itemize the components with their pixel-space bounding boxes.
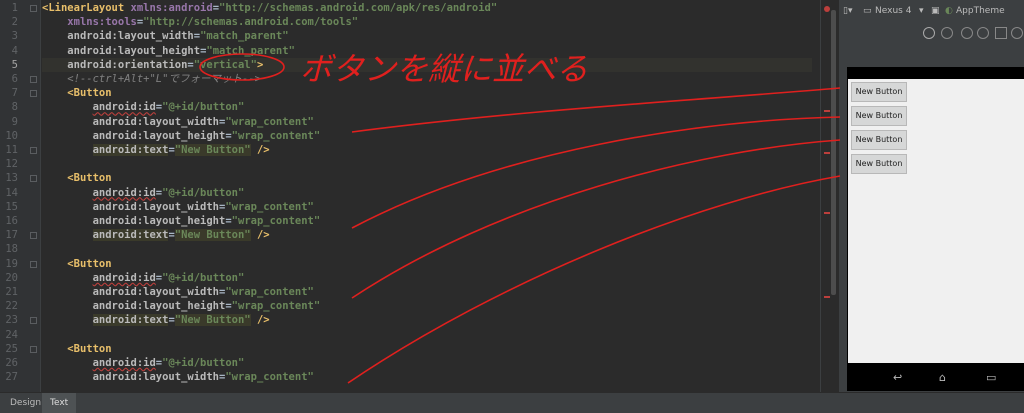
line-number: 19	[5, 257, 18, 270]
line-number: 14	[5, 186, 18, 199]
code-editor[interactable]: 1 2 3 4 5 6 7 8 9 10 11 12 13 14 15 16 17 18 19 20 21 22 23 24 2…	[0, 0, 830, 392]
fold-marker-icon[interactable]	[30, 232, 37, 240]
code-line[interactable]: <Button	[42, 86, 111, 100]
line-number: 24	[5, 328, 18, 341]
zoom-in-icon[interactable]	[961, 27, 973, 39]
code-line[interactable]: <LinearLayout xmlns:android="http://sche…	[42, 1, 497, 15]
line-number: 20	[5, 271, 18, 284]
fold-marker-icon[interactable]	[30, 90, 37, 98]
line-number: 10	[5, 129, 18, 142]
code-line[interactable]: android:layout_width="wrap_content"	[42, 200, 314, 214]
line-number: 6	[11, 73, 18, 85]
code-line[interactable]: android:layout_height="wrap_content"	[42, 299, 321, 313]
line-number: 16	[5, 215, 18, 227]
navigation-bar: ↩ ⌂ ▭	[848, 363, 1024, 391]
refresh-icon[interactable]	[995, 27, 1007, 39]
line-number: 8	[11, 101, 18, 114]
code-line[interactable]: <Button	[42, 171, 111, 185]
settings-icon[interactable]	[1011, 27, 1023, 39]
error-indicator-icon[interactable]	[824, 6, 830, 12]
preview-toolbar: ▯▾ ▭ Nexus 4 ▾ ▣ ◐ AppTheme	[839, 0, 1024, 24]
home-icon[interactable]: ⌂	[939, 371, 946, 384]
code-line[interactable]: android:layout_width="wrap_content"	[42, 285, 314, 299]
code-line[interactable]: android:id="@+id/button"	[42, 356, 245, 370]
code-line[interactable]: android:layout_width="wrap_content"	[42, 115, 314, 129]
zoom-toolbar	[839, 24, 1024, 44]
preview-button-1[interactable]: New Button	[851, 82, 907, 102]
line-number: 12	[5, 158, 18, 171]
line-number: 1	[11, 2, 18, 14]
code-line[interactable]: android:text="New Button" />	[42, 228, 270, 242]
fold-marker-icon[interactable]	[30, 345, 37, 353]
zoom-fit-icon[interactable]	[923, 27, 935, 39]
device-selector[interactable]: Nexus 4	[875, 6, 911, 16]
device-icon[interactable]: ▭	[863, 6, 872, 16]
theme-selector[interactable]: AppTheme	[956, 6, 1005, 16]
line-number: 2	[11, 16, 18, 29]
line-number: 9	[11, 115, 18, 128]
scrollbar-thumb[interactable]	[831, 10, 836, 295]
fold-marker-icon[interactable]	[30, 76, 37, 83]
line-number: 15	[5, 200, 18, 213]
code-line[interactable]: android:text="New Button" />	[42, 313, 270, 327]
code-line[interactable]: android:layout_width="wrap_content"	[42, 370, 314, 384]
orientation-icon[interactable]: ▣	[931, 6, 940, 16]
device-screen: New Button New Button New Button New But…	[847, 67, 1024, 391]
fold-marker-icon[interactable]	[30, 260, 37, 268]
line-number: 21	[5, 286, 18, 298]
code-line[interactable]: android:layout_height="wrap_content"	[42, 214, 321, 228]
zoom-actual-icon[interactable]	[941, 27, 953, 39]
fold-marker-icon[interactable]	[30, 5, 37, 12]
line-number: 5	[11, 58, 18, 71]
editor-scrollbar[interactable]	[820, 0, 830, 392]
preview-button-4[interactable]: New Button	[851, 154, 907, 174]
line-number: 7	[11, 87, 18, 100]
recents-icon[interactable]: ▭	[986, 371, 996, 384]
fold-marker-icon[interactable]	[30, 317, 37, 325]
line-number: 23	[5, 314, 18, 327]
error-marker[interactable]	[824, 296, 830, 298]
line-number: 22	[5, 300, 18, 313]
layout-preview-panel: ▯▾ ▭ Nexus 4 ▾ ▣ ◐ AppTheme New Button N…	[838, 0, 1024, 392]
preview-button-3[interactable]: New Button	[851, 130, 907, 150]
zoom-out-icon[interactable]	[977, 27, 989, 39]
line-gutter: 1 2 3 4 5 6 7 8 9 10 11 12 13 14 15 16 17 18 19 20 21 22 23 24 2…	[0, 0, 41, 392]
preview-button-2[interactable]: New Button	[851, 106, 907, 126]
line-number: 13	[5, 172, 18, 185]
code-line[interactable]: android:text="New Button" />	[42, 143, 270, 157]
line-number: 27	[5, 371, 18, 384]
theme-icon: ◐	[945, 6, 953, 16]
line-number: 11	[5, 144, 18, 156]
status-bar	[848, 67, 1024, 79]
layout-icon[interactable]: ▯▾	[843, 6, 852, 16]
code-line[interactable]: android:layout_width="match_parent"	[42, 29, 288, 43]
code-line[interactable]: android:layout_height="match_parent"	[42, 44, 295, 58]
code-line[interactable]: android:id="@+id/button"	[42, 186, 245, 200]
fold-marker-icon[interactable]	[30, 147, 37, 154]
code-line[interactable]: android:orientation="vertical">	[42, 57, 812, 72]
fold-marker-icon[interactable]	[30, 175, 37, 183]
code-line[interactable]: <!--ctrl+Alt+"L"でフォーマット-->	[42, 72, 261, 86]
code-line[interactable]: android:layout_height="wrap_content"	[42, 129, 321, 143]
editor-tab-bar: Design Text	[0, 392, 1024, 413]
line-number: 26	[5, 357, 18, 369]
line-number: 17	[5, 229, 18, 242]
code-line[interactable]: <Button	[42, 257, 111, 271]
code-line[interactable]: <Button	[42, 342, 111, 356]
code-line[interactable]: android:id="@+id/button"	[42, 100, 245, 114]
error-marker[interactable]	[824, 212, 830, 214]
code-line[interactable]: android:id="@+id/button"	[42, 271, 245, 285]
chevron-down-icon: ▾	[919, 6, 924, 16]
error-marker[interactable]	[824, 110, 830, 112]
line-number: 4	[11, 44, 18, 57]
back-icon[interactable]: ↩	[893, 371, 902, 384]
code-line[interactable]: xmlns:tools="http://schemas.android.com/…	[42, 15, 358, 29]
line-number: 18	[5, 243, 18, 256]
line-number: 25	[5, 342, 18, 355]
tab-text[interactable]: Text	[42, 393, 77, 413]
line-number: 3	[11, 30, 18, 43]
error-marker[interactable]	[824, 152, 830, 154]
